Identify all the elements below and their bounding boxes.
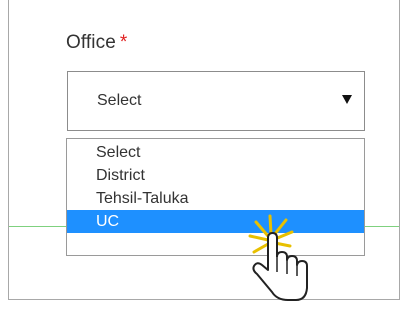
dropdown-option-district[interactable]: District (67, 164, 364, 187)
dropdown-option-select[interactable]: Select (67, 141, 364, 164)
office-label-text: Office (66, 32, 116, 53)
office-select-value: Select (97, 92, 142, 109)
dropdown-option-tehsil-taluka[interactable]: Tehsil-Taluka (67, 187, 364, 210)
hand-pointer-cursor-icon (246, 214, 316, 304)
office-select[interactable]: Select (67, 71, 365, 131)
dropdown-option-uc[interactable]: UC (67, 210, 364, 233)
office-dropdown-list: Select District Tehsil-Taluka UC (66, 138, 365, 256)
chevron-down-icon (342, 95, 352, 104)
click-burst-icon (248, 214, 308, 301)
office-field-label: Office * (66, 32, 127, 54)
required-marker: * (119, 32, 128, 53)
